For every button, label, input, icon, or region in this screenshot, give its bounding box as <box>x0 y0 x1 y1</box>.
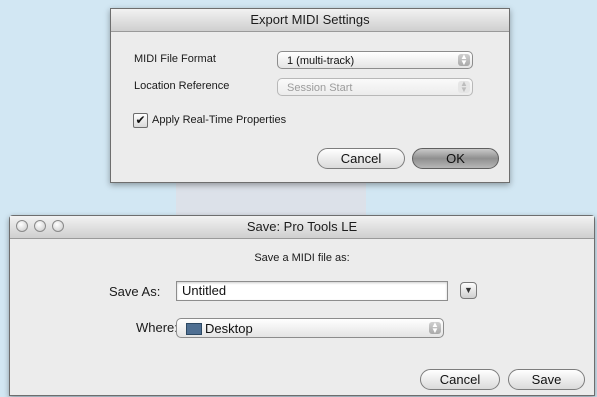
where-popup[interactable]: Desktop ▲ ▼ <box>176 318 444 338</box>
window-zoom-icon[interactable] <box>52 220 64 232</box>
save-dialog-titlebar: Save: Pro Tools LE <box>10 216 594 239</box>
save-as-field[interactable]: Untitled <box>176 281 448 301</box>
disclosure-triangle-icon[interactable]: ▼ <box>460 282 477 299</box>
popup-arrows-icon: ▲ ▼ <box>458 80 470 94</box>
desktop-icon <box>186 322 202 335</box>
location-reference-value: Session Start <box>287 82 353 94</box>
save-prompt: Save a MIDI file as: <box>254 252 350 264</box>
popup-arrows-icon: ▲ ▼ <box>458 53 470 67</box>
location-reference-popup: Session Start ▲ ▼ <box>277 78 473 96</box>
midi-format-popup[interactable]: 1 (multi-track) ▲ ▼ <box>277 51 473 69</box>
cancel-button[interactable]: Cancel <box>317 148 405 169</box>
where-label: Where: <box>136 320 178 335</box>
ok-button[interactable]: OK <box>412 148 499 169</box>
midi-format-label: MIDI File Format <box>134 53 216 65</box>
where-value: Desktop <box>205 321 253 336</box>
apply-realtime-label: Apply Real-Time Properties <box>152 114 287 126</box>
checkmark-icon: ✔ <box>135 113 146 127</box>
save-as-label: Save As: <box>109 284 161 299</box>
save-button[interactable]: Save <box>508 369 585 390</box>
window-close-icon[interactable] <box>16 220 28 232</box>
popup-arrows-icon: ▲ ▼ <box>429 321 441 335</box>
cancel-button[interactable]: Cancel <box>420 369 500 390</box>
export-midi-dialog: Export MIDI Settings MIDI File Format 1 … <box>110 8 510 183</box>
midi-format-value: 1 (multi-track) <box>287 55 355 67</box>
window-minimize-icon[interactable] <box>34 220 46 232</box>
location-reference-label: Location Reference <box>134 80 230 92</box>
save-dialog-title: Save: Pro Tools LE <box>246 219 358 234</box>
dialog-title: Export MIDI Settings <box>111 9 509 32</box>
save-dialog: Save: Pro Tools LE Save a MIDI file as: … <box>9 215 595 396</box>
apply-realtime-checkbox[interactable]: ✔ <box>133 113 148 128</box>
